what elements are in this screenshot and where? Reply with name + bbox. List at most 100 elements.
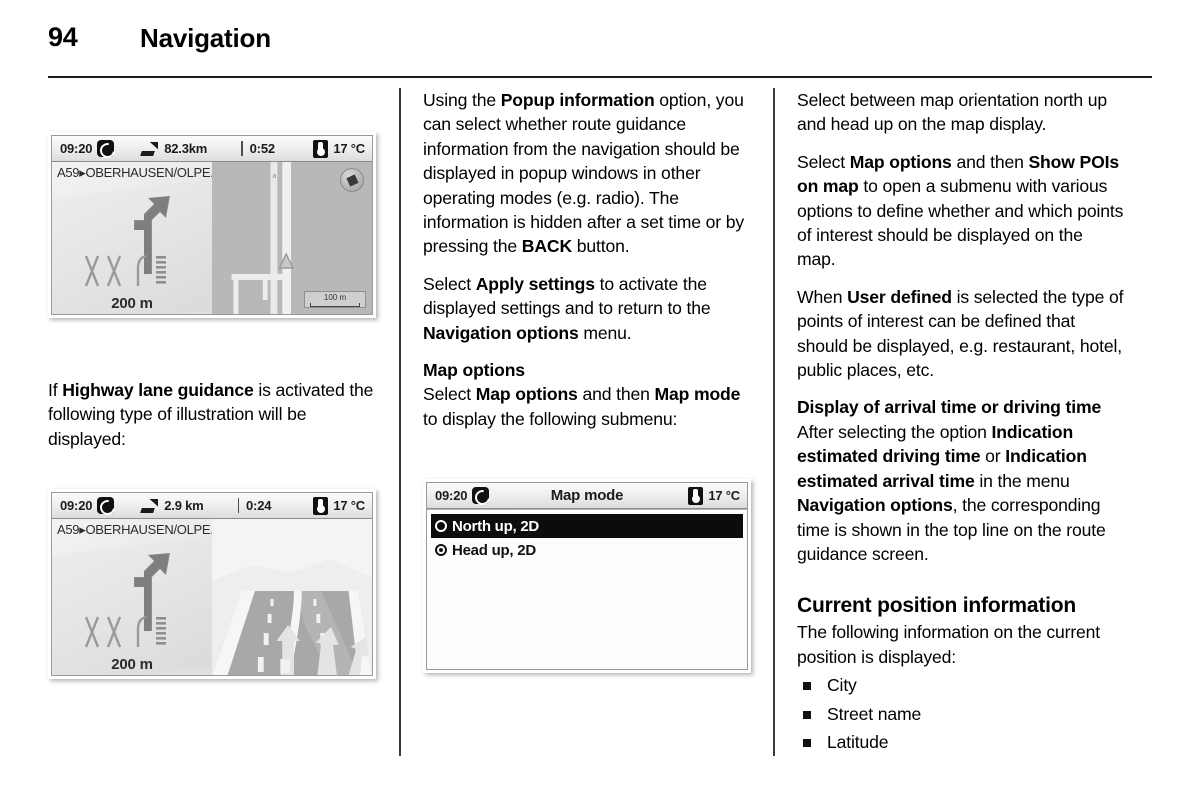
text-fragment: If <box>48 380 63 400</box>
infotainment-screen: 09:20 Map mode 17 °C North up, 2D Head u… <box>426 482 748 671</box>
column-divider-1 <box>399 88 401 756</box>
map-scale-bar <box>310 303 360 307</box>
map-scale-label: 100 m <box>323 293 347 302</box>
text-fragment: to display the following submenu: <box>423 408 678 429</box>
radio-icon[interactable] <box>435 520 447 533</box>
maneuver-panel: A59▸OBERHAUSEN/OLPE... 200 m <box>52 519 212 676</box>
thermometer-icon <box>313 139 329 158</box>
text-fragment: or <box>980 446 1006 467</box>
list-item: City <box>797 671 1125 700</box>
paragraph-user-defined: When User defined is selected the type o… <box>797 285 1125 383</box>
text-fragment: Select <box>423 384 476 405</box>
text-bold: Navigation options <box>423 322 579 343</box>
infotainment-screen: 09:20 2.9 km 0:24 17 °C A59▸OBERHAUSEN/O… <box>51 492 373 677</box>
route-arrow-icon <box>140 499 158 513</box>
status-bar: 09:20 Map mode 17 °C <box>427 483 747 510</box>
text-bold: Apply settings <box>475 273 595 294</box>
middle-column: Using the Popup information option, you … <box>423 88 751 756</box>
maneuver-panel: A59▸OBERHAUSEN/OLPE... 200 m <box>52 162 212 314</box>
option-label: North up, 2D <box>452 517 539 535</box>
status-bar: 09:20 2.9 km 0:24 17 °C <box>52 493 372 520</box>
figure-route-guidance: 09:20 82.3km 0:52 17 °C A59▸OBERHAUSEN/O… <box>48 132 376 318</box>
status-separator <box>237 498 240 514</box>
header-divider <box>48 76 1152 78</box>
text-fragment: option, you can select whether route gui… <box>423 90 744 257</box>
current-position-bullet-list: City Street name Latitude <box>797 671 1125 757</box>
text-bold: Navigation options <box>797 495 953 516</box>
paragraph-map-orientation: Select between map orientation north up … <box>797 90 1108 135</box>
status-temperature: 17 °C <box>333 498 365 514</box>
figure-map-mode: 09:20 Map mode 17 °C North up, 2D Head u… <box>423 479 751 674</box>
text-bold: Map mode <box>654 384 741 405</box>
left-column: 09:20 82.3km 0:52 17 °C A59▸OBERHAUSEN/O… <box>48 88 376 756</box>
map-scale-indicator: 100 m <box>304 291 366 308</box>
figure-lane-guidance: 09:20 2.9 km 0:24 17 °C A59▸OBERHAUSEN/O… <box>48 489 376 680</box>
text-bold: Popup information <box>500 90 655 110</box>
paragraph-lane-guidance: If Highway lane guidance is activated th… <box>48 378 376 451</box>
paragraph-show-pois: Select Map options and then Show POIs on… <box>797 150 1125 272</box>
page-title: Navigation <box>140 23 271 53</box>
column-divider-2 <box>773 88 775 756</box>
paragraph-arrival-time: After selecting the option Indication es… <box>797 420 1125 566</box>
tmc-clock-icon <box>97 497 115 515</box>
status-distance: 82.3km <box>164 141 208 156</box>
text-fragment: in the menu <box>974 470 1070 491</box>
list-item: Street name <box>797 700 1125 729</box>
text-fragment: button. <box>572 236 630 257</box>
map-panel: a 100 m <box>212 162 372 314</box>
lane-guidance-icon <box>84 254 166 287</box>
infotainment-screen: 09:20 82.3km 0:52 17 °C A59▸OBERHAUSEN/O… <box>51 135 373 315</box>
paragraph-apply-settings: Select Apply settings to activate the di… <box>423 272 751 345</box>
text-fragment: Select <box>797 151 850 172</box>
text-fragment: When <box>797 286 848 307</box>
text-fragment: After selecting the option <box>797 421 992 442</box>
page-number: 94 <box>48 22 78 52</box>
street-name-label: A59▸OBERHAUSEN/OLPE... <box>57 165 212 180</box>
heading-map-options: Map options <box>423 360 525 381</box>
text-fragment: Select <box>423 273 476 294</box>
route-guidance-body: A59▸OBERHAUSEN/OLPE... 200 m a 100 m <box>52 162 372 314</box>
street-name-label: A59▸OBERHAUSEN/OLPE... <box>57 522 212 538</box>
tmc-clock-icon <box>97 140 115 157</box>
status-time: 09:20 <box>60 498 93 514</box>
status-right-group: 17 °C <box>313 496 365 515</box>
page-header: 94 Navigation <box>0 0 1200 80</box>
heading-current-position-information: Current position information <box>797 594 1077 618</box>
status-right-group: 17 °C <box>688 486 740 505</box>
paragraph-current-position: The following information on the current… <box>797 622 1101 667</box>
text-bold: Map options <box>475 384 578 405</box>
status-separator <box>241 141 243 156</box>
text-fragment: Using the <box>423 90 501 110</box>
heading-arrival-driving-time: Display of arrival time or driving time <box>797 397 1102 418</box>
status-bar: 09:20 82.3km 0:52 17 °C <box>52 136 372 162</box>
status-time: 09:20 <box>60 141 93 156</box>
highway-render <box>212 519 372 676</box>
maneuver-distance-label: 200 m <box>111 295 153 312</box>
list-item: Latitude <box>797 728 1125 757</box>
status-temperature: 17 °C <box>333 141 365 156</box>
map-mode-option-north-up[interactable]: North up, 2D <box>431 514 743 539</box>
text-bold: User defined <box>847 286 952 307</box>
text-bold: BACK <box>521 236 573 257</box>
right-column: Select between map orientation north up … <box>797 88 1125 756</box>
content-columns: 09:20 82.3km 0:52 17 °C A59▸OBERHAUSEN/O… <box>0 88 1200 788</box>
compass-icon <box>340 168 364 192</box>
thermometer-icon <box>313 496 329 515</box>
radio-icon[interactable] <box>435 544 447 557</box>
status-eta: 0:52 <box>249 141 275 156</box>
svg-text:a: a <box>272 173 276 180</box>
text-bold: Highway lane guidance <box>62 380 254 400</box>
map-mode-option-head-up[interactable]: Head up, 2D <box>431 538 743 562</box>
highway-lane-view <box>212 519 372 676</box>
status-temperature: 17 °C <box>708 488 740 504</box>
route-arrow-icon <box>140 142 158 156</box>
status-right-group: 17 °C <box>313 139 365 158</box>
option-label: Head up, 2D <box>452 541 536 559</box>
map-mode-list: North up, 2D Head up, 2D <box>427 509 747 670</box>
lane-guidance-body: A59▸OBERHAUSEN/OLPE... 200 m <box>52 519 372 676</box>
status-distance: 2.9 km <box>164 498 204 514</box>
text-fragment: and then <box>951 151 1029 172</box>
text-bold: Map options <box>849 151 952 172</box>
thermometer-icon <box>688 486 704 505</box>
lane-guidance-icon <box>84 616 166 648</box>
